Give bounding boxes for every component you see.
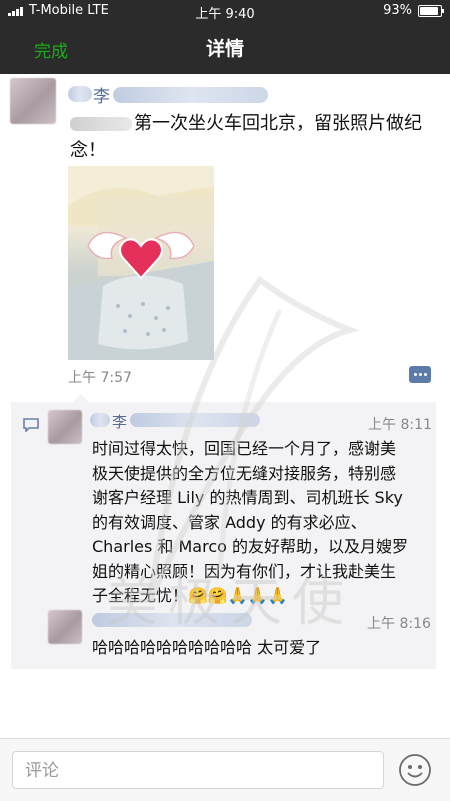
page-title: 详情 <box>205 38 244 60</box>
comment-time: 上午 8:16 <box>367 616 431 632</box>
post-photo[interactable] <box>68 166 214 360</box>
emoji-face-icon[interactable] <box>398 753 432 787</box>
comment-text: 哈哈哈哈哈哈哈哈哈哈 太可爱了 <box>92 638 322 657</box>
comment-input[interactable]: 评论 <box>12 751 384 789</box>
post-author[interactable]: 李 <box>93 82 110 107</box>
battery-percent: 93% <box>383 3 412 18</box>
nav-bar: 完成 详情 <box>0 22 450 74</box>
comment-text: 时间过得太快，回国已经一个月了，感谢美极天使提供的全方位无缝对接服务，特别感谢客… <box>92 439 409 605</box>
commenter-name-blur <box>130 413 260 427</box>
post-avatar[interactable] <box>10 78 56 124</box>
post-text: 第一次坐火车回北京，留张照片做纪念！ <box>70 113 422 161</box>
author-name-blur <box>68 86 92 102</box>
comment-avatar[interactable] <box>48 410 82 444</box>
post-time: 上午 7:57 <box>68 370 132 386</box>
battery-icon <box>418 4 444 17</box>
commenter-name-blur <box>92 613 252 627</box>
comment-time: 上午 8:11 <box>368 417 432 433</box>
more-actions-icon[interactable] <box>409 366 431 383</box>
commenter-name-blur <box>90 413 110 427</box>
comment-avatar[interactable] <box>48 610 82 644</box>
author-name-blur <box>113 87 268 103</box>
status-bar: T-Mobile LTE 上午 9:40 93% <box>0 0 450 22</box>
blurred-text <box>70 117 132 131</box>
top-bar: T-Mobile LTE 上午 9:40 93% 完成 详情 <box>0 0 450 74</box>
comment-bar: 评论 <box>0 738 450 801</box>
comment-author[interactable]: 李 <box>112 411 127 432</box>
comment-bubble-icon <box>23 418 39 432</box>
